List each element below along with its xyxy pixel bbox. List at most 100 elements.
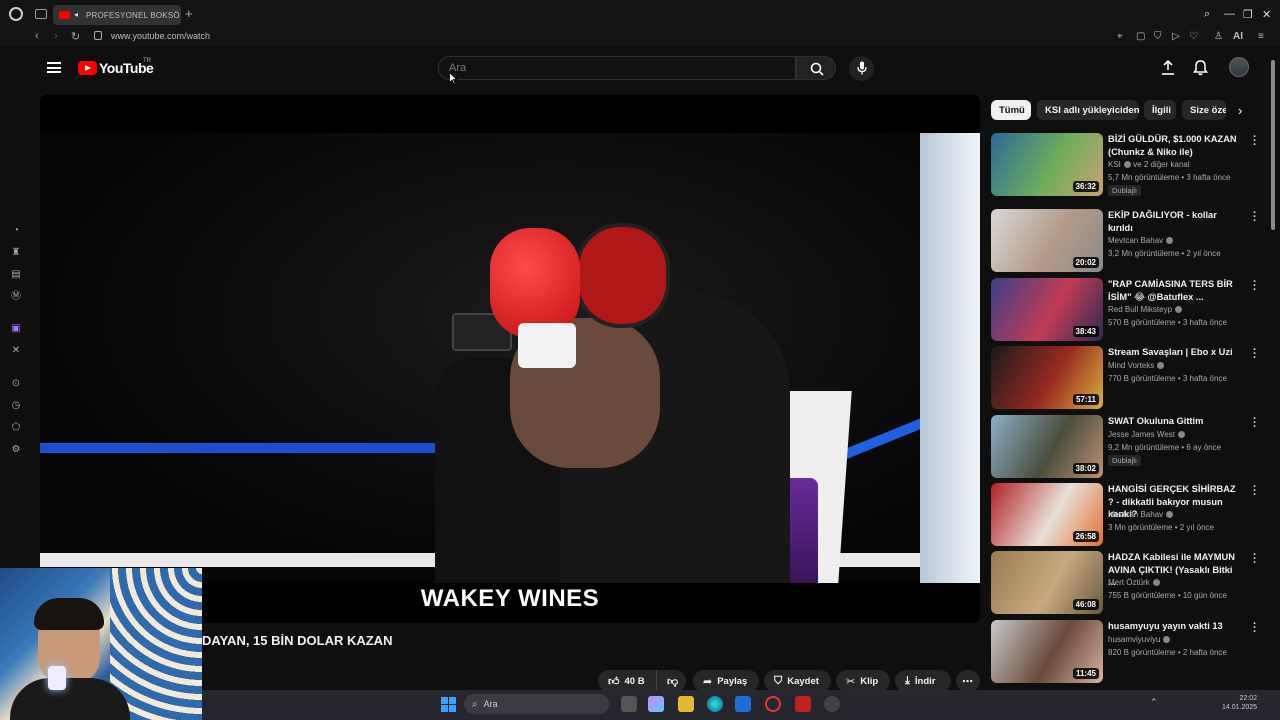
close-window-button[interactable]: ✕ <box>1262 8 1271 21</box>
channel-name[interactable]: Mind Vorteks <box>1108 361 1165 370</box>
app-red-icon[interactable] <box>795 696 811 712</box>
notifications-bell-icon[interactable] <box>1193 60 1208 76</box>
recommended-video-item[interactable]: 57:11 Stream Savaşları | Ebo x Uzi Mind … <box>991 345 1261 410</box>
more-vertical-icon[interactable]: · · · <box>1253 345 1257 364</box>
channel-name[interactable]: Mevtcan Bahav <box>1108 236 1174 245</box>
chip-for-you[interactable]: Size öze <box>1182 100 1226 120</box>
more-vertical-icon[interactable]: · · · <box>1253 277 1257 296</box>
account-icon[interactable]: ♙ <box>1214 31 1223 42</box>
new-tab-button[interactable]: + <box>185 6 193 21</box>
tray-chevron-icon[interactable]: ⌃ <box>1150 697 1158 708</box>
save-button[interactable]: ⛉ Kaydet <box>764 670 831 692</box>
voice-search-button[interactable] <box>849 56 874 81</box>
channel-name[interactable]: KSI ve 2 diğer kanal <box>1108 160 1190 169</box>
player-icon[interactable]: ⊙ <box>10 378 22 390</box>
download-button[interactable]: ⤓ İndir <box>895 670 951 692</box>
recommended-title[interactable]: EKİP DAĞILIYOR - kollar kırıldı <box>1108 209 1238 234</box>
recommended-title[interactable]: Stream Savaşları | Ebo x Uzi <box>1108 346 1238 359</box>
recommended-video-item[interactable]: 36:32 BİZİ GÜLDÜR, $1.000 KAZAN (Chunkz … <box>991 132 1261 197</box>
chevron-right-icon[interactable]: › <box>1238 103 1242 118</box>
recommended-video-item[interactable]: 38:02 SWAT Okuluna Gittim Jesse James We… <box>991 414 1261 479</box>
channel-name[interactable]: Jesse James West <box>1108 430 1185 439</box>
windows-start-icon[interactable] <box>441 697 456 712</box>
more-vertical-icon[interactable]: · · · <box>1253 619 1257 638</box>
hamburger-menu-icon[interactable] <box>47 62 61 73</box>
recommended-video-item[interactable]: 46:08 HADZA Kabilesi ile MAYMUN AVINA ÇI… <box>991 550 1261 615</box>
edge-browser-icon[interactable] <box>707 696 723 712</box>
opera-gx-icon[interactable] <box>765 696 781 712</box>
more-vertical-icon[interactable]: · · · <box>1253 482 1257 501</box>
recommended-video-item[interactable]: 38:43 "RAP CAMİASINA TERS BİR İSİM" 😂 @B… <box>991 277 1261 342</box>
x-twitter-icon[interactable]: ✕ <box>10 345 22 357</box>
tab-overview-icon[interactable] <box>35 9 47 19</box>
video-thumbnail[interactable]: 38:43 <box>991 278 1103 341</box>
channel-name[interactable]: Red Bull Miksteyp <box>1108 305 1183 314</box>
lock-icon[interactable] <box>94 31 102 40</box>
video-thumbnail[interactable]: 46:08 <box>991 551 1103 614</box>
share-button[interactable]: ➦ Paylaş <box>693 670 759 692</box>
like-button[interactable]: 👍︎ 40 B <box>598 670 656 692</box>
pin-icon[interactable]: ⌖ <box>1117 31 1123 42</box>
video-thumbnail[interactable]: 11:45 <box>991 620 1103 683</box>
browser-logo-icon[interactable] <box>9 7 23 21</box>
forward-icon[interactable]: › <box>54 30 58 42</box>
messenger-icon[interactable]: Ⓜ <box>10 291 22 303</box>
video-thumbnail[interactable]: 38:02 <box>991 415 1103 478</box>
more-vertical-icon[interactable]: · · · <box>1253 208 1257 227</box>
url-field[interactable]: www.youtube.com/watch <box>111 31 210 41</box>
puzzle-icon[interactable]: ⬠ <box>10 422 22 434</box>
settings-gear-icon[interactable]: ⚙ <box>10 444 22 456</box>
search-tabs-icon[interactable]: ⌕ <box>1204 8 1210 21</box>
recommended-video-item[interactable]: 11:45 husamyuyu yayın vakti 13 husamviyu… <box>991 619 1261 684</box>
browser-tab[interactable]: ◂ PROFESYONEL BOKSÖ <box>53 5 181 25</box>
recommended-video-item[interactable]: 26:58 HANGİSİ GERÇEK SİHİRBAZ ? - dikkat… <box>991 482 1261 547</box>
channel-name[interactable]: Mevtcan Bahav <box>1108 510 1174 519</box>
bag-icon[interactable]: ♜ <box>10 247 22 259</box>
heart-icon[interactable]: ♡ <box>1189 31 1198 42</box>
upload-icon[interactable] <box>1161 60 1175 75</box>
taskbar-search-box[interactable]: ⌕ Ara <box>464 694 609 714</box>
video-thumbnail[interactable]: 57:11 <box>991 346 1103 409</box>
video-thumbnail[interactable]: 20:02 <box>991 209 1103 272</box>
more-vertical-icon[interactable]: · · · <box>1253 550 1257 569</box>
recommended-title[interactable]: BİZİ GÜLDÜR, $1.000 KAZAN (Chunkz & Niko… <box>1108 133 1238 158</box>
more-vertical-icon[interactable]: · · · <box>1253 132 1257 151</box>
twitch-icon[interactable]: ▣ <box>10 323 22 335</box>
play-icon[interactable]: ▷ <box>1172 31 1180 42</box>
chip-related[interactable]: İlgili <box>1144 100 1176 120</box>
youtube-logo-icon[interactable] <box>78 61 97 75</box>
menu-icon[interactable]: ≡ <box>1258 31 1264 42</box>
search-button[interactable] <box>796 56 836 80</box>
speaker-icon[interactable]: ◂ <box>74 11 82 19</box>
taskbar-clock[interactable]: 22:02 14.01.2025 <box>1222 694 1257 712</box>
dislike-button[interactable]: 👎︎ <box>656 670 686 692</box>
clock-icon[interactable]: ◷ <box>10 400 22 412</box>
channel-name[interactable]: husamviyuviyu <box>1108 635 1171 644</box>
scrollbar-thumb[interactable] <box>1271 60 1275 230</box>
more-vertical-icon[interactable]: · · · <box>1253 414 1257 433</box>
chip-from-uploader[interactable]: KSI adlı yükleyiciden <box>1037 100 1140 120</box>
recommended-video-item[interactable]: 20:02 EKİP DAĞILIYOR - kollar kırıldı Me… <box>991 208 1261 273</box>
snapshot-icon[interactable]: ▢ <box>1136 31 1145 42</box>
ai-button[interactable]: AI <box>1233 31 1243 42</box>
shield-icon[interactable]: ⛉ <box>1154 31 1162 42</box>
wallet-icon[interactable]: ▤ <box>10 269 22 281</box>
more-actions-button[interactable]: ⋯ <box>956 670 980 692</box>
steam-icon[interactable] <box>824 696 840 712</box>
search-input[interactable] <box>449 62 779 74</box>
task-view-icon[interactable] <box>621 696 637 712</box>
video-player[interactable]: WAKEY WINES <box>40 95 980 623</box>
user-avatar[interactable] <box>1229 57 1249 77</box>
video-thumbnail[interactable]: 26:58 <box>991 483 1103 546</box>
channel-name[interactable]: Mert Öztürk <box>1108 578 1160 587</box>
chip-all[interactable]: Tümü <box>991 100 1031 120</box>
recommended-title[interactable]: "RAP CAMİASINA TERS BİR İSİM" 😂 @Batufle… <box>1108 278 1238 303</box>
maximize-button[interactable]: ❐ <box>1243 8 1253 21</box>
recommended-title[interactable]: SWAT Okuluna Gittim <box>1108 415 1238 428</box>
history-icon[interactable]: ◔ <box>10 225 22 237</box>
clip-button[interactable]: ✂ Klip <box>836 670 890 692</box>
file-explorer-icon[interactable] <box>678 696 694 712</box>
copilot-icon[interactable] <box>648 696 664 712</box>
video-thumbnail[interactable]: 36:32 <box>991 133 1103 196</box>
back-icon[interactable]: ‹ <box>35 30 39 42</box>
